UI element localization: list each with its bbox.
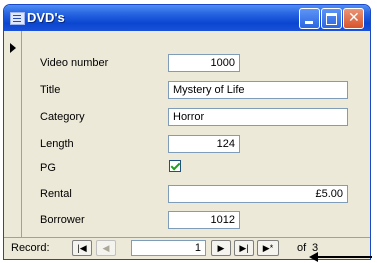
title-bar[interactable]: DVD's ✕ <box>4 5 370 31</box>
label-borrower: Borrower <box>40 214 85 226</box>
new-record-button[interactable]: ▶* <box>257 240 279 256</box>
form-body: Video number 1000 Title Mystery of Life … <box>4 31 370 237</box>
video-number-field[interactable]: 1000 <box>168 54 240 72</box>
first-record-button[interactable]: |◀ <box>72 240 92 256</box>
label-length: Length <box>40 138 74 150</box>
current-record-input[interactable]: 1 <box>131 240 206 256</box>
length-field[interactable]: 124 <box>168 135 240 153</box>
window-title: DVD's <box>27 10 65 25</box>
arrow-head-icon <box>309 252 318 262</box>
label-video-number: Video number <box>40 57 109 69</box>
borrower-field[interactable]: 1012 <box>168 211 240 229</box>
close-icon: ✕ <box>348 10 360 26</box>
record-label: Record: <box>11 242 50 254</box>
next-record-button[interactable]: ▶ <box>211 240 231 256</box>
label-title: Title <box>40 84 61 96</box>
previous-record-button[interactable]: ◀ <box>96 240 116 256</box>
arrow-left-icon <box>316 256 372 258</box>
last-record-button[interactable]: ▶| <box>234 240 254 256</box>
category-field[interactable]: Horror <box>168 108 348 126</box>
label-category: Category <box>40 111 85 123</box>
title-field[interactable]: Mystery of Life <box>168 81 348 99</box>
pg-checkbox[interactable] <box>169 160 181 172</box>
close-button[interactable]: ✕ <box>343 8 364 29</box>
dvds-form-window: DVD's ✕ Video number 1000 Title Mystery … <box>3 4 371 260</box>
table-icon <box>10 12 25 25</box>
minimize-button[interactable] <box>299 8 320 29</box>
label-rental: Rental <box>40 188 72 200</box>
record-of-label: of <box>297 242 307 254</box>
label-pg: PG <box>40 162 56 174</box>
rental-field[interactable]: £5.00 <box>168 185 348 203</box>
maximize-button[interactable] <box>321 8 342 29</box>
record-selector[interactable] <box>4 31 22 237</box>
record-pointer-icon <box>10 43 16 53</box>
